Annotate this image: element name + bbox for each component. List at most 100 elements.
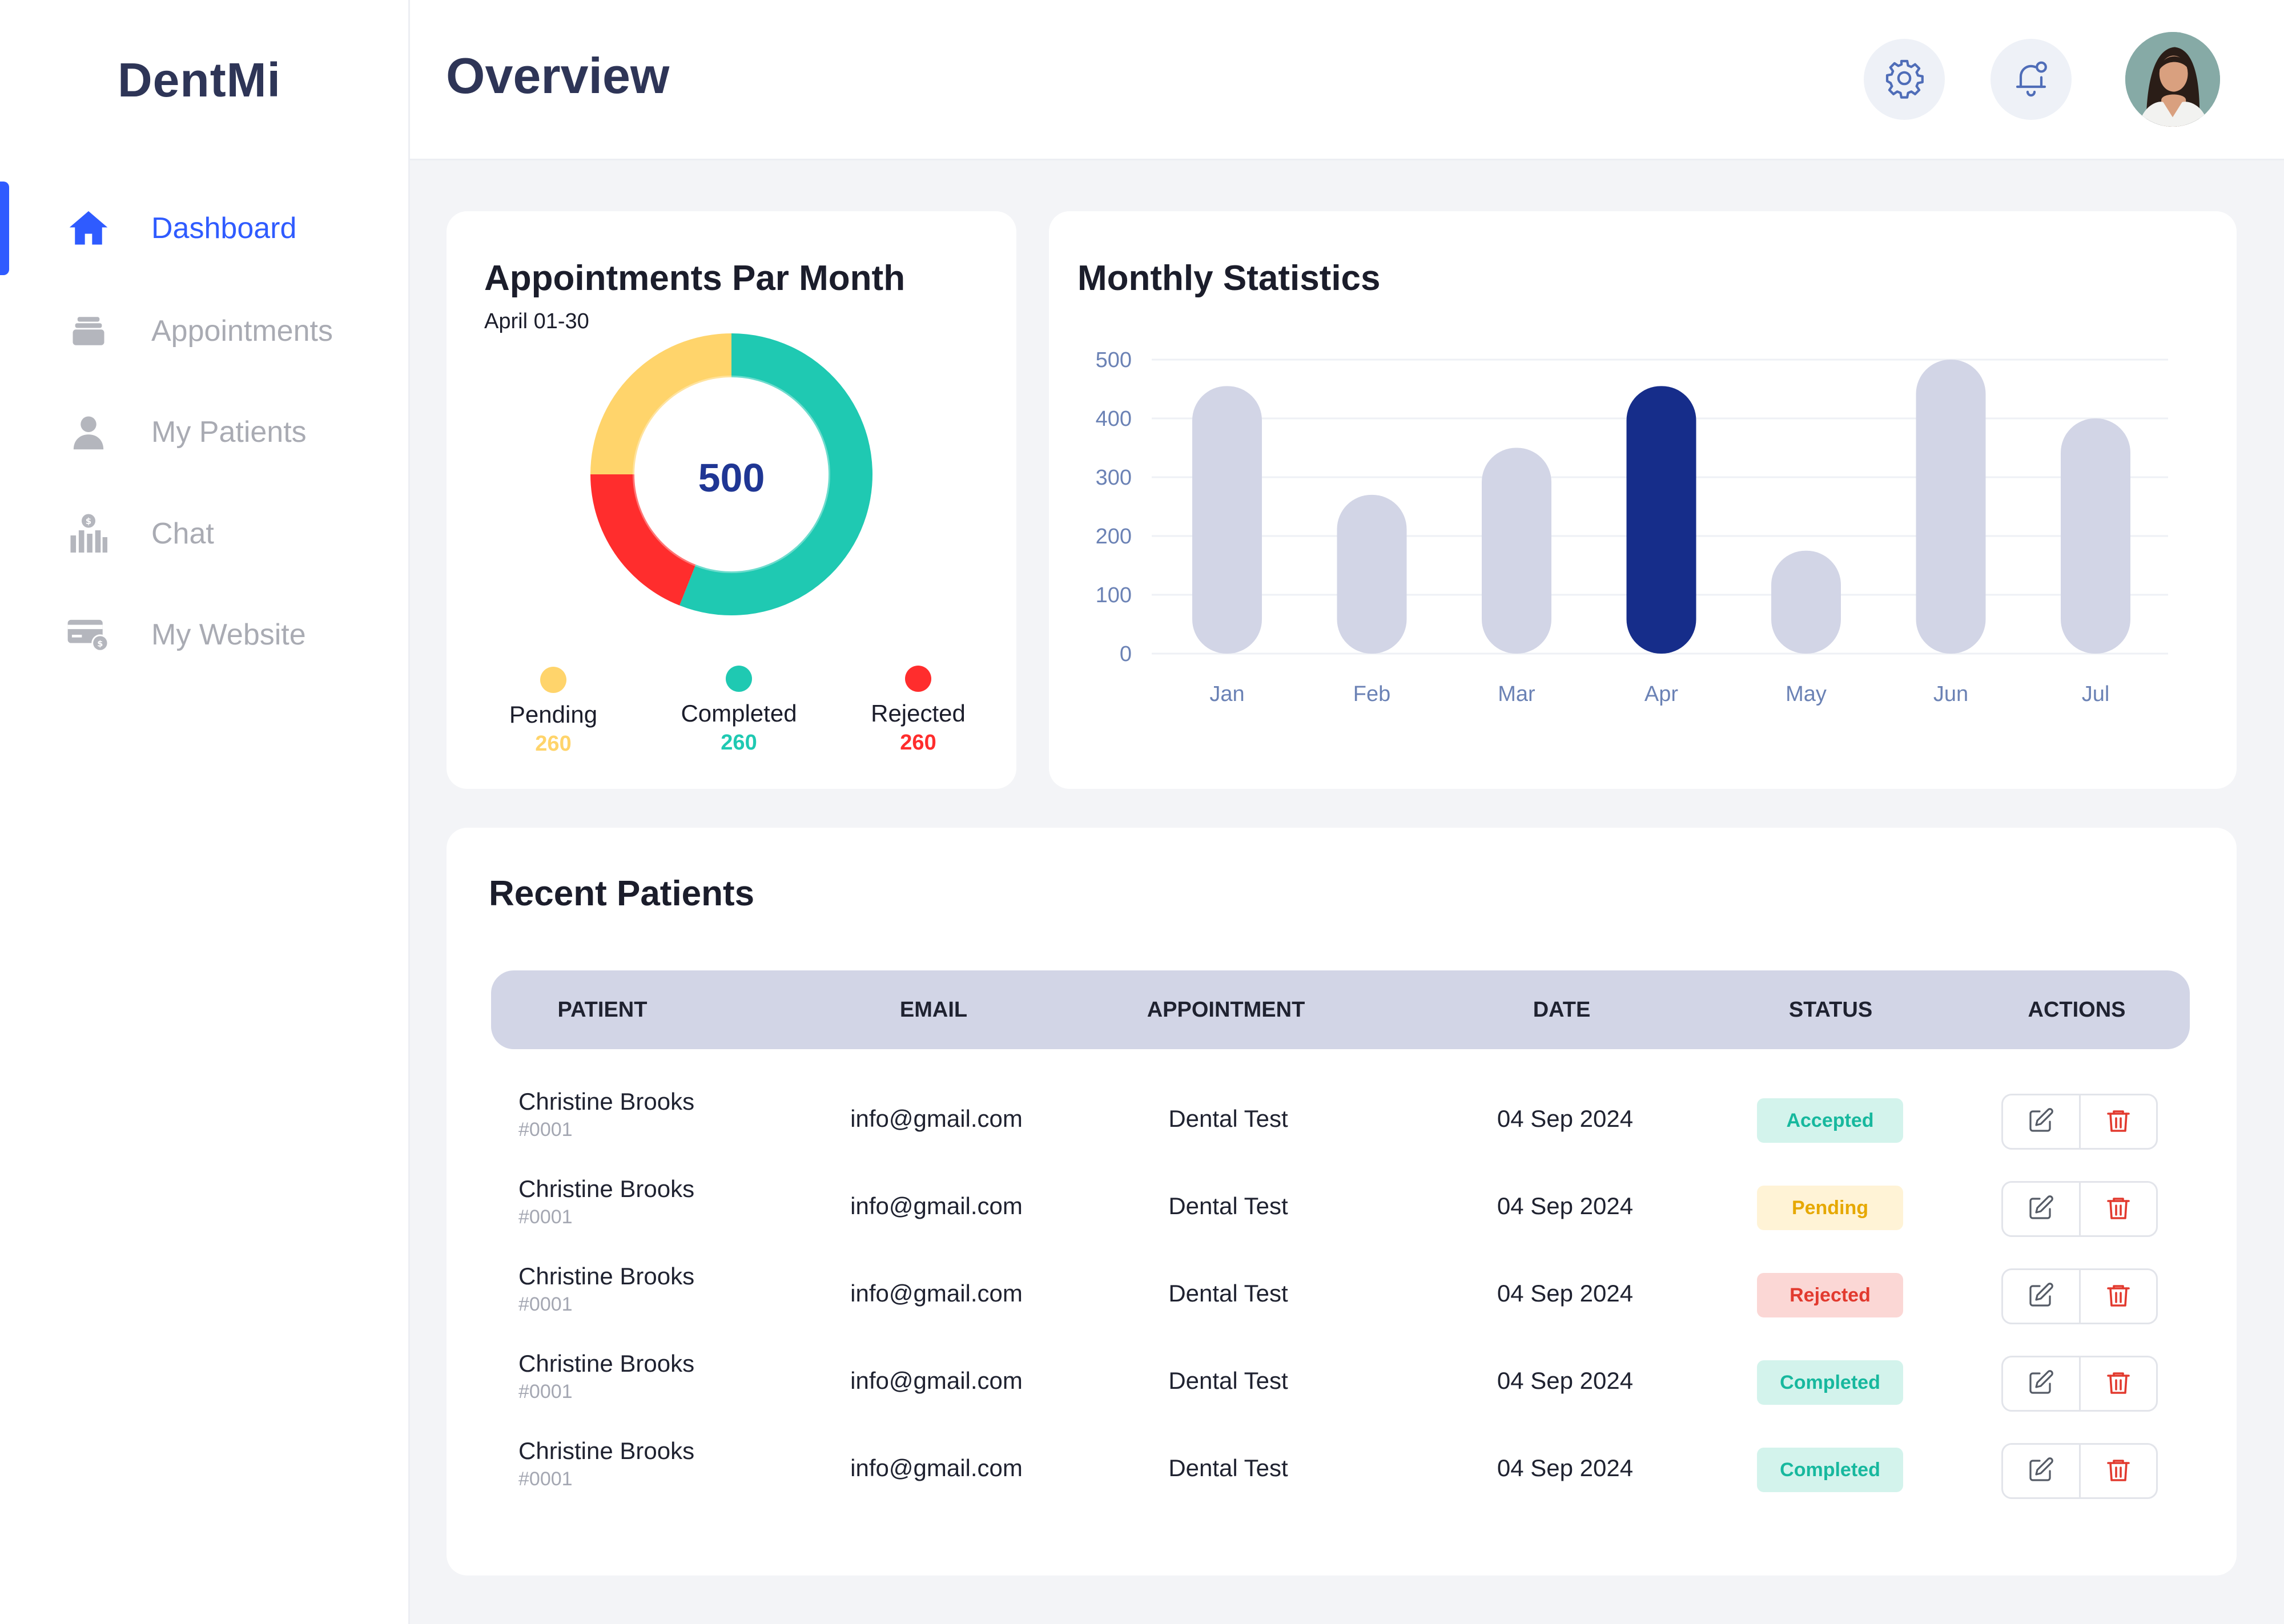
y-tick-label: 300 xyxy=(1096,466,1132,490)
top-header: Overview xyxy=(410,0,2284,160)
patient-name: Christine Brooks xyxy=(518,1175,695,1202)
patient-name: Christine Brooks xyxy=(518,1088,695,1115)
patient-id: #0001 xyxy=(518,1119,573,1141)
sidebar: DentMi Dashboard Appointments My Patient… xyxy=(0,0,410,1624)
patient-date: 04 Sep 2024 xyxy=(1497,1105,1634,1132)
appointments-card-title: Appointments Par Month xyxy=(484,259,906,298)
edit-icon xyxy=(2027,1369,2054,1399)
settings-button[interactable] xyxy=(1864,39,1945,120)
bar-chart: 0 100 200 300 400 500 Jan Feb Mar Apr May Jun Jul xyxy=(1096,348,2168,706)
legend-name: Rejected xyxy=(871,700,966,727)
legend-completed: Completed 260 xyxy=(670,666,807,755)
table-row[interactable]: Christine Brooks #0001 info@gmail.com Denta… xyxy=(491,1426,2190,1513)
patient-name: Christine Brooks xyxy=(518,1350,695,1377)
x-tick-label: Jun xyxy=(1933,682,1968,706)
sidebar-item-my-patients[interactable]: My Patients xyxy=(66,398,385,466)
delete-button[interactable] xyxy=(2078,1445,2157,1497)
patient-appointment: Dental Test xyxy=(1168,1280,1288,1307)
trash-icon xyxy=(2105,1369,2132,1399)
trash-icon xyxy=(2105,1194,2132,1224)
patient-id: #0001 xyxy=(518,1381,573,1403)
patient-email: info@gmail.com xyxy=(850,1280,1023,1307)
appointments-card-subtitle: April 01-30 xyxy=(484,309,589,333)
edit-button[interactable] xyxy=(2003,1357,2079,1410)
y-tick-label: 400 xyxy=(1096,407,1132,431)
legend-value: 260 xyxy=(900,731,936,755)
trash-icon xyxy=(2105,1107,2132,1137)
sidebar-item-label: My Patients xyxy=(151,416,307,449)
status-badge: Completed xyxy=(1757,1360,1903,1405)
patient-id: #0001 xyxy=(518,1468,573,1490)
table-row[interactable]: Christine Brooks #0001 info@gmail.com Denta… xyxy=(491,1251,2190,1339)
edit-button[interactable] xyxy=(2003,1095,2079,1148)
edit-button[interactable] xyxy=(2003,1445,2079,1497)
app-logo: DentMi xyxy=(118,53,281,107)
bar-apr xyxy=(1626,386,1696,654)
patient-date: 04 Sep 2024 xyxy=(1497,1192,1634,1219)
bell-icon xyxy=(2010,58,2052,102)
patient-date: 04 Sep 2024 xyxy=(1497,1454,1634,1481)
patient-email: info@gmail.com xyxy=(850,1105,1023,1132)
legend-name: Completed xyxy=(681,700,797,727)
table-row[interactable]: Christine Brooks #0001 info@gmail.com Denta… xyxy=(491,1164,2190,1251)
delete-button[interactable] xyxy=(2078,1183,2157,1235)
table-row[interactable]: Christine Brooks #0001 info@gmail.com Denta… xyxy=(491,1077,2190,1164)
table-row[interactable]: Christine Brooks #0001 info@gmail.com Denta… xyxy=(491,1339,2190,1426)
sidebar-item-chat[interactable]: $ Chat xyxy=(66,499,385,568)
edit-icon xyxy=(2027,1107,2054,1137)
row-actions xyxy=(2001,1356,2158,1412)
status-badge: Rejected xyxy=(1757,1273,1903,1317)
patient-date: 04 Sep 2024 xyxy=(1497,1280,1634,1307)
x-tick-label: May xyxy=(1786,682,1827,706)
card-icon: $ xyxy=(66,612,111,658)
trash-icon xyxy=(2105,1282,2132,1312)
edit-button[interactable] xyxy=(2003,1183,2079,1235)
col-patient: PATIENT xyxy=(557,998,648,1022)
patient-appointment: Dental Test xyxy=(1168,1105,1288,1132)
delete-button[interactable] xyxy=(2078,1357,2157,1410)
col-email: EMAIL xyxy=(899,998,968,1022)
legend-value: 260 xyxy=(721,731,757,755)
legend-value: 260 xyxy=(535,732,572,756)
bar-may xyxy=(1771,550,1841,654)
legend-name: Pending xyxy=(509,701,598,728)
sidebar-item-dashboard[interactable]: Dashboard xyxy=(66,194,385,263)
stack-icon xyxy=(66,308,111,354)
svg-text:$: $ xyxy=(97,639,103,648)
col-status: STATUS xyxy=(1788,998,1873,1022)
patient-id: #0001 xyxy=(518,1206,573,1228)
edit-button[interactable] xyxy=(2003,1270,2079,1323)
patient-date: 04 Sep 2024 xyxy=(1497,1367,1634,1394)
legend-dot xyxy=(905,666,931,692)
patient-name: Christine Brooks xyxy=(518,1437,695,1464)
patient-email: info@gmail.com xyxy=(850,1367,1023,1394)
bar-mar xyxy=(1482,448,1551,654)
x-tick-label: Feb xyxy=(1353,682,1390,706)
user-icon xyxy=(66,409,111,455)
monthly-statistics-card: Monthly Statistics 0 100 200 300 400 500 Jan Fe… xyxy=(1049,211,2237,789)
avatar[interactable] xyxy=(2125,32,2220,127)
patient-appointment: Dental Test xyxy=(1168,1454,1288,1481)
y-tick-label: 0 xyxy=(1120,642,1132,666)
table-header: PATIENT EMAIL APPOINTMENT DATE STATUS AC… xyxy=(491,970,2190,1049)
delete-button[interactable] xyxy=(2078,1270,2157,1323)
patient-name: Christine Brooks xyxy=(518,1263,695,1289)
notifications-button[interactable] xyxy=(1991,39,2072,120)
patient-appointment: Dental Test xyxy=(1168,1367,1288,1394)
y-tick-label: 500 xyxy=(1096,348,1132,372)
gear-icon xyxy=(1884,58,1925,102)
legend-rejected: Rejected 260 xyxy=(850,666,987,755)
edit-icon xyxy=(2027,1456,2054,1486)
recent-patients-title: Recent Patients xyxy=(489,874,755,913)
x-tick-label: Jul xyxy=(2082,682,2110,706)
x-tick-label: Mar xyxy=(1498,682,1535,706)
sidebar-item-my-website[interactable]: $ My Website xyxy=(66,601,385,669)
sidebar-item-appointments[interactable]: Appointments xyxy=(66,297,385,365)
status-badge: Completed xyxy=(1757,1448,1903,1492)
y-tick-label: 100 xyxy=(1096,583,1132,607)
svg-text:$: $ xyxy=(86,516,91,526)
chart-dollar-icon: $ xyxy=(66,511,111,557)
row-actions xyxy=(2001,1443,2158,1499)
sidebar-item-label: Dashboard xyxy=(151,212,297,245)
delete-button[interactable] xyxy=(2078,1095,2157,1148)
